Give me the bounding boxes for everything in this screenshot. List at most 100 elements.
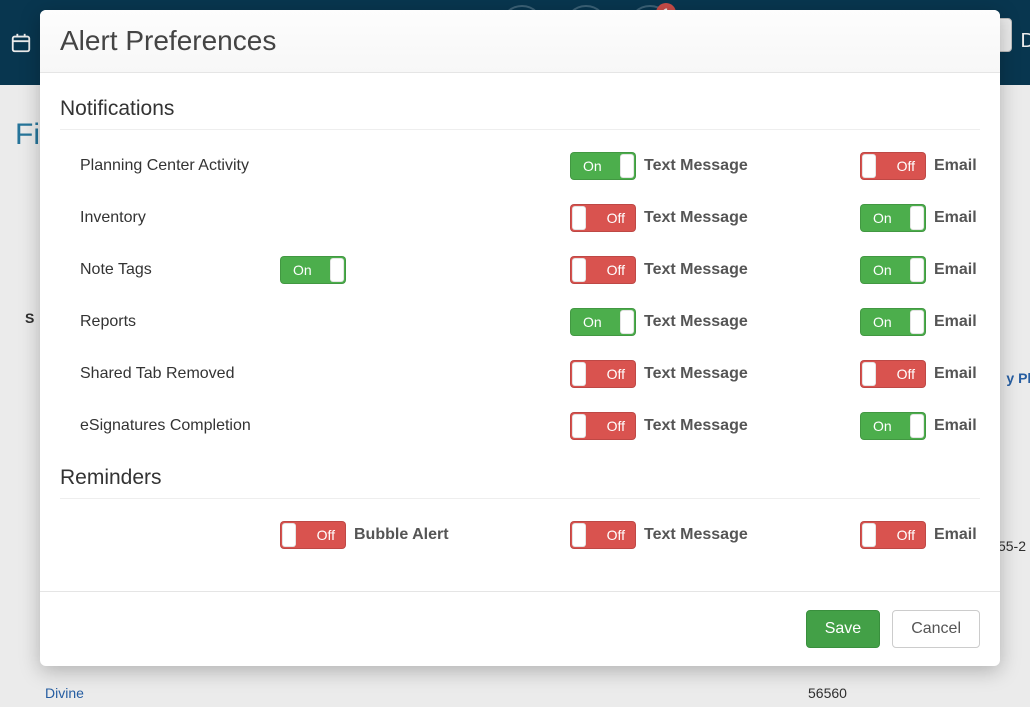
- row-2-email-toggle-group: On Email: [860, 256, 1000, 284]
- notification-rows: Planning Center ActivityOnText MessageOf…: [60, 140, 980, 452]
- reminder-email-toggle-state-label: Off: [897, 527, 915, 543]
- modal-title: Alert Preferences: [60, 25, 980, 57]
- notification-row-label: Planning Center Activity: [60, 157, 280, 175]
- reminder-bubble-toggle-label: Bubble Alert: [354, 526, 449, 544]
- row-2-email-toggle-state-label: On: [873, 262, 892, 278]
- row-3-email-toggle[interactable]: On: [860, 308, 926, 336]
- row-5-text-toggle-label: Text Message: [644, 417, 748, 435]
- row-5-text-toggle-state-label: Off: [607, 418, 625, 434]
- row-5-text-toggle[interactable]: Off: [570, 412, 636, 440]
- row-1-email-toggle-state-label: On: [873, 210, 892, 226]
- row-2-email-toggle-knob: [910, 258, 924, 282]
- notification-row-label: Inventory: [60, 209, 280, 227]
- reminder-email-toggle-knob: [862, 523, 876, 547]
- notification-row: Planning Center Activity OnText Message Of…: [60, 140, 980, 192]
- row-3-email-toggle-knob: [910, 310, 924, 334]
- row-4-text-toggle-group: Off Text Message: [570, 360, 860, 388]
- reminder-text-toggle-state-label: Off: [607, 527, 625, 543]
- row-0-text-toggle[interactable]: On: [570, 152, 636, 180]
- reminder-row: Off Bubble Alert Off Text Message Off Email: [60, 509, 980, 561]
- reminder-rows: Off Bubble Alert Off Text Message Off Email: [60, 509, 980, 561]
- alert-preferences-modal: Alert Preferences Notifications Planning…: [40, 10, 1000, 666]
- reminder-bubble-toggle-group: Off Bubble Alert: [280, 521, 570, 549]
- reminder-text-toggle-group: Off Text Message: [570, 521, 860, 549]
- row-0-email-toggle-knob: [862, 154, 876, 178]
- row-4-text-toggle-knob: [572, 362, 586, 386]
- reminder-bubble-toggle-knob: [282, 523, 296, 547]
- row-1-email-toggle[interactable]: On: [860, 204, 926, 232]
- row-2-text-toggle-state-label: Off: [607, 262, 625, 278]
- row-2-text-toggle-label: Text Message: [644, 261, 748, 279]
- notification-row-label: Note Tags: [60, 261, 280, 279]
- notification-row: Shared Tab Removed Off Text Message Off Emai…: [60, 348, 980, 400]
- modal-body: Notifications Planning Center Activity On…: [40, 73, 1000, 591]
- row-1-text-toggle-label: Text Message: [644, 209, 748, 227]
- cancel-button[interactable]: Cancel: [892, 610, 980, 648]
- row-5-email-toggle[interactable]: On: [860, 412, 926, 440]
- reminder-bubble-toggle-state-label: Off: [317, 527, 335, 543]
- row-0-text-toggle-knob: [620, 154, 634, 178]
- row-3-text-toggle[interactable]: On: [570, 308, 636, 336]
- row-4-text-toggle[interactable]: Off: [570, 360, 636, 388]
- row-4-email-toggle-group: Off Email: [860, 360, 1000, 388]
- reminder-email-toggle-label: Email: [934, 526, 977, 544]
- reminder-bubble-toggle[interactable]: Off: [280, 521, 346, 549]
- reminder-text-toggle-label: Text Message: [644, 526, 748, 544]
- row-4-text-toggle-state-label: Off: [607, 366, 625, 382]
- row-3-text-toggle-knob: [620, 310, 634, 334]
- reminders-section-title: Reminders: [60, 452, 980, 499]
- row-3-text-toggle-label: Text Message: [644, 313, 748, 331]
- row-1-text-toggle-group: Off Text Message: [570, 204, 860, 232]
- row-5-email-toggle-group: On Email: [860, 412, 1000, 440]
- reminder-text-toggle[interactable]: Off: [570, 521, 636, 549]
- row-3-email-toggle-group: On Email: [860, 308, 1000, 336]
- modal-footer: Save Cancel: [40, 591, 1000, 666]
- row-4-email-toggle[interactable]: Off: [860, 360, 926, 388]
- notification-row: Reports On Text Message On Email: [60, 296, 980, 348]
- row-5-email-toggle-knob: [910, 414, 924, 438]
- row-0-text-toggle-group: OnText Message: [570, 152, 860, 180]
- row-2-email-toggle-label: Email: [934, 261, 977, 279]
- row-5-text-toggle-group: Off Text Message: [570, 412, 860, 440]
- row-2-extra-toggle[interactable]: On: [280, 256, 346, 284]
- notification-row-label: Shared Tab Removed: [60, 365, 280, 383]
- row-2-text-toggle-group: Off Text Message: [570, 256, 860, 284]
- row-1-text-toggle-state-label: Off: [607, 210, 625, 226]
- save-button[interactable]: Save: [806, 610, 880, 648]
- row-4-text-toggle-label: Text Message: [644, 365, 748, 383]
- row-1-text-toggle[interactable]: Off: [570, 204, 636, 232]
- row-0-email-toggle-label: Email: [934, 157, 977, 175]
- row-5-text-toggle-knob: [572, 414, 586, 438]
- row-5-email-toggle-label: Email: [934, 417, 977, 435]
- reminder-text-toggle-knob: [572, 523, 586, 547]
- notifications-section-title: Notifications: [60, 83, 980, 130]
- notification-row-label: Reports: [60, 313, 280, 331]
- row-2-text-toggle-knob: [572, 258, 586, 282]
- row-1-email-toggle-group: On Email: [860, 204, 1000, 232]
- row-3-text-toggle-group: On Text Message: [570, 308, 860, 336]
- row-2-text-toggle[interactable]: Off: [570, 256, 636, 284]
- row-0-email-toggle[interactable]: Off: [860, 152, 926, 180]
- notification-row-label: eSignatures Completion: [60, 417, 280, 435]
- notification-row: eSignatures Completion Off Text Message On E…: [60, 400, 980, 452]
- row-3-email-toggle-label: Email: [934, 313, 977, 331]
- row-2-extra-toggle-knob: [330, 258, 344, 282]
- modal-header: Alert Preferences: [40, 10, 1000, 73]
- row-1-email-toggle-label: Email: [934, 209, 977, 227]
- row-4-email-toggle-knob: [862, 362, 876, 386]
- reminder-email-toggle[interactable]: Off: [860, 521, 926, 549]
- extra-toggle-slot: On: [280, 256, 570, 284]
- row-5-email-toggle-state-label: On: [873, 418, 892, 434]
- row-4-email-toggle-label: Email: [934, 365, 977, 383]
- row-0-email-toggle-state-label: Off: [897, 158, 915, 174]
- row-2-email-toggle[interactable]: On: [860, 256, 926, 284]
- row-3-email-toggle-state-label: On: [873, 314, 892, 330]
- row-3-text-toggle-state-label: On: [583, 314, 602, 330]
- row-2-extra-toggle-state-label: On: [293, 262, 312, 278]
- notification-row: Inventory Off Text Message On Email: [60, 192, 980, 244]
- reminder-email-toggle-group: Off Email: [860, 521, 1000, 549]
- row-0-text-toggle-state-label: On: [583, 158, 602, 174]
- row-1-text-toggle-knob: [572, 206, 586, 230]
- notification-row: Note Tags On Off Text Message On Email: [60, 244, 980, 296]
- row-4-email-toggle-state-label: Off: [897, 366, 915, 382]
